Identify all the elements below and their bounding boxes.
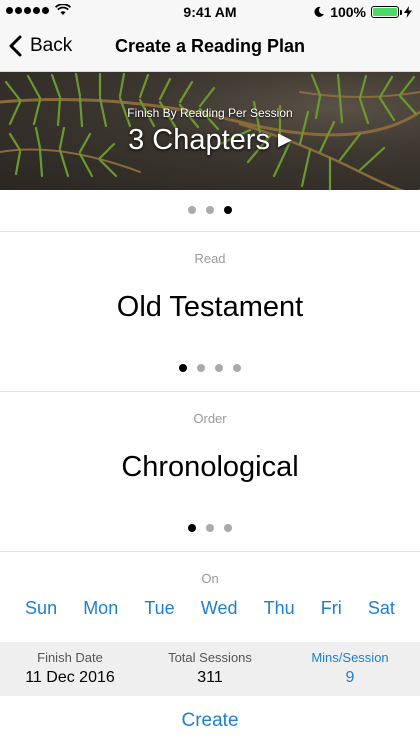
- total-sessions-value: 311: [197, 669, 223, 686]
- order-label: Order: [193, 411, 227, 426]
- session-amount-carousel[interactable]: Finish By Reading Per Session 3 Chapters…: [0, 72, 420, 190]
- read-page-indicator[interactable]: [0, 364, 420, 372]
- page-dot: [188, 206, 196, 214]
- page-dot-active: [188, 524, 196, 532]
- page-dot: [206, 206, 214, 214]
- page-dot: [224, 524, 232, 532]
- page-dot-active: [224, 206, 232, 214]
- divider: [0, 391, 420, 392]
- on-label: On: [201, 571, 219, 586]
- day-wed-toggle[interactable]: Wed: [201, 598, 238, 619]
- day-sat-toggle[interactable]: Sat: [368, 598, 395, 619]
- page-dot: [215, 364, 223, 372]
- finish-date-summary: Finish Date 11 Dec 2016: [0, 642, 140, 696]
- finish-date-value: 11 Dec 2016: [25, 669, 115, 686]
- mins-per-session-value: 9: [345, 669, 355, 686]
- order-value-selector[interactable]: Chronological: [0, 451, 420, 484]
- day-selector: Sun Mon Tue Wed Thu Fri Sat: [0, 598, 420, 619]
- total-sessions-summary: Total Sessions 311: [140, 642, 280, 696]
- create-button[interactable]: Create: [0, 710, 420, 732]
- status-right: 100%: [313, 4, 412, 20]
- charging-icon: [404, 6, 412, 18]
- finish-date-label: Finish Date: [37, 650, 103, 665]
- navigation-bar: Back Create a Reading Plan: [0, 24, 420, 72]
- play-arrow-icon: ▶: [278, 129, 292, 149]
- day-sun-toggle[interactable]: Sun: [25, 598, 57, 619]
- hero-page-indicator[interactable]: [0, 206, 420, 214]
- total-sessions-label: Total Sessions: [168, 650, 252, 665]
- battery-percent: 100%: [330, 4, 366, 20]
- page-title: Create a Reading Plan: [114, 36, 306, 56]
- battery-icon: [371, 6, 402, 18]
- status-bar: 9:41 AM 100%: [0, 0, 420, 24]
- read-value-selector[interactable]: Old Testament: [0, 291, 420, 324]
- plan-summary: Finish Date 11 Dec 2016 Total Sessions 3…: [0, 642, 420, 696]
- divider: [0, 231, 420, 232]
- hero-subtitle: Finish By Reading Per Session: [127, 106, 293, 120]
- page-dot: [197, 364, 205, 372]
- day-mon-toggle[interactable]: Mon: [83, 598, 118, 619]
- hero-value[interactable]: 3 Chapters ▶: [0, 124, 420, 157]
- day-fri-toggle[interactable]: Fri: [321, 598, 342, 619]
- order-page-indicator[interactable]: [0, 524, 420, 532]
- page-dot: [233, 364, 241, 372]
- page-dot-active: [179, 364, 187, 372]
- moon-icon: [314, 6, 325, 17]
- mins-per-session-summary[interactable]: Mins/Session 9: [280, 642, 420, 696]
- read-label: Read: [194, 251, 226, 266]
- day-thu-toggle[interactable]: Thu: [264, 598, 295, 619]
- day-tue-toggle[interactable]: Tue: [144, 598, 174, 619]
- mins-per-session-label: Mins/Session: [311, 650, 389, 665]
- page-dot: [206, 524, 214, 532]
- divider: [0, 551, 420, 552]
- hero-value-text: 3 Chapters: [128, 124, 270, 156]
